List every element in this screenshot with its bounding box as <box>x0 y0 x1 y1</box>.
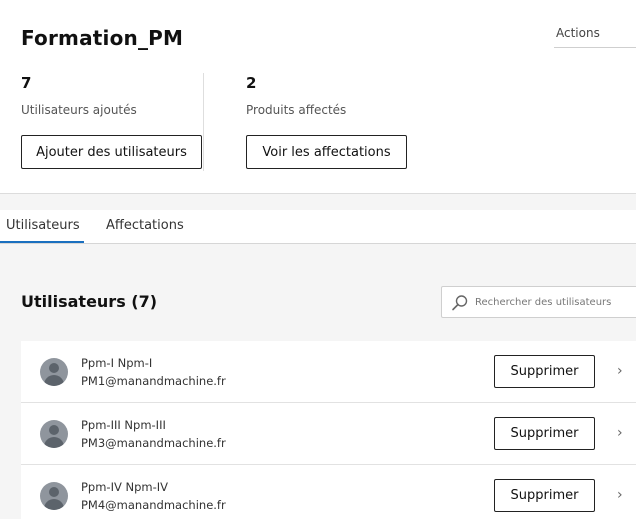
remove-user-button[interactable]: Supprimer <box>494 479 595 512</box>
user-name: Ppm-IV Npm-IV <box>81 480 169 494</box>
chevron-right-icon[interactable]: › <box>617 363 623 379</box>
stat-divider <box>203 73 204 171</box>
user-avatar-icon <box>40 482 68 510</box>
products-count: 2 <box>246 74 257 92</box>
page-title: Formation_PM <box>21 26 184 50</box>
add-users-button[interactable]: Ajouter des utilisateurs <box>21 135 202 169</box>
tab-assignments[interactable]: Affectations <box>106 218 184 233</box>
user-name: Ppm-III Npm-III <box>81 418 166 432</box>
products-count-label: Produits affectés <box>246 103 347 117</box>
chevron-right-icon[interactable]: › <box>617 487 623 503</box>
user-avatar-icon <box>40 420 68 448</box>
products-stat: 2 Produits affectés <box>246 74 346 117</box>
users-count: 7 <box>21 74 32 92</box>
actions-menu[interactable]: Actions <box>554 20 636 48</box>
tab-bar: Utilisateurs Affectations <box>0 210 636 244</box>
tab-users[interactable]: Utilisateurs <box>6 218 80 233</box>
users-count-label: Utilisateurs ajoutés <box>21 103 137 117</box>
view-assignments-button[interactable]: Voir les affectations <box>246 135 407 169</box>
user-name: Ppm-I Npm-I <box>81 356 153 370</box>
group-header-card: Formation_PM Actions 7 Utilisateurs ajou… <box>0 0 636 194</box>
user-email: PM3@manandmachine.fr <box>81 436 226 450</box>
user-email: PM1@manandmachine.fr <box>81 374 226 388</box>
users-stat: 7 Utilisateurs ajoutés <box>21 74 137 117</box>
active-tab-indicator <box>0 241 84 243</box>
user-email: PM4@manandmachine.fr <box>81 498 226 512</box>
search-input[interactable] <box>475 294 636 311</box>
users-section-title: Utilisateurs (7) <box>21 292 158 311</box>
remove-user-button[interactable]: Supprimer <box>494 355 595 388</box>
user-row[interactable]: Ppm-I Npm-I PM1@manandmachine.fr Supprim… <box>21 341 636 403</box>
user-row[interactable]: Ppm-IV Npm-IV PM4@manandmachine.fr Suppr… <box>21 465 636 519</box>
user-search-box <box>441 286 636 318</box>
user-avatar-icon <box>40 358 68 386</box>
remove-user-button[interactable]: Supprimer <box>494 417 595 450</box>
search-icon <box>452 295 468 311</box>
chevron-right-icon[interactable]: › <box>617 425 623 441</box>
user-row[interactable]: Ppm-III Npm-III PM3@manandmachine.fr Sup… <box>21 403 636 465</box>
